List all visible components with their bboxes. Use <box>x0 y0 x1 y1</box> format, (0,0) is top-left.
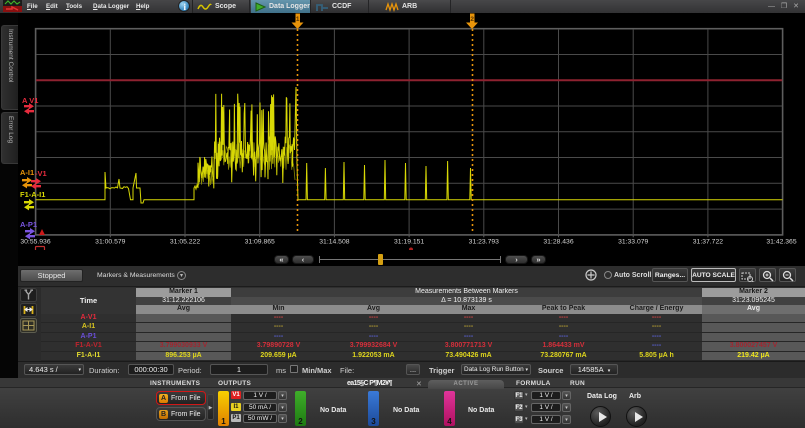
svg-text:31:33.079: 31:33.079 <box>618 239 648 246</box>
svg-text:31:05.222: 31:05.222 <box>170 239 200 246</box>
svg-text:31:14.508: 31:14.508 <box>319 239 349 246</box>
svg-text:31:19.151: 31:19.151 <box>394 239 424 246</box>
svg-text:1: 1 <box>296 16 300 23</box>
svg-text:30:55.936: 30:55.936 <box>20 239 50 246</box>
svg-text:31:42.365: 31:42.365 <box>766 239 796 246</box>
svg-text:F1-A-I1: F1-A-I1 <box>20 190 45 199</box>
svg-text:31:28.436: 31:28.436 <box>543 239 573 246</box>
svg-text:31:37.722: 31:37.722 <box>693 239 723 246</box>
svg-text:-V1: -V1 <box>35 169 47 178</box>
svg-text:A-P1: A-P1 <box>20 220 37 229</box>
svg-text:31:00.579: 31:00.579 <box>95 239 125 246</box>
svg-text:31:23.793: 31:23.793 <box>469 239 499 246</box>
svg-text:2: 2 <box>470 16 474 23</box>
svg-text:A V1: A V1 <box>22 96 38 105</box>
svg-text:A-I1: A-I1 <box>20 168 34 177</box>
svg-text:31:09.865: 31:09.865 <box>245 239 275 246</box>
